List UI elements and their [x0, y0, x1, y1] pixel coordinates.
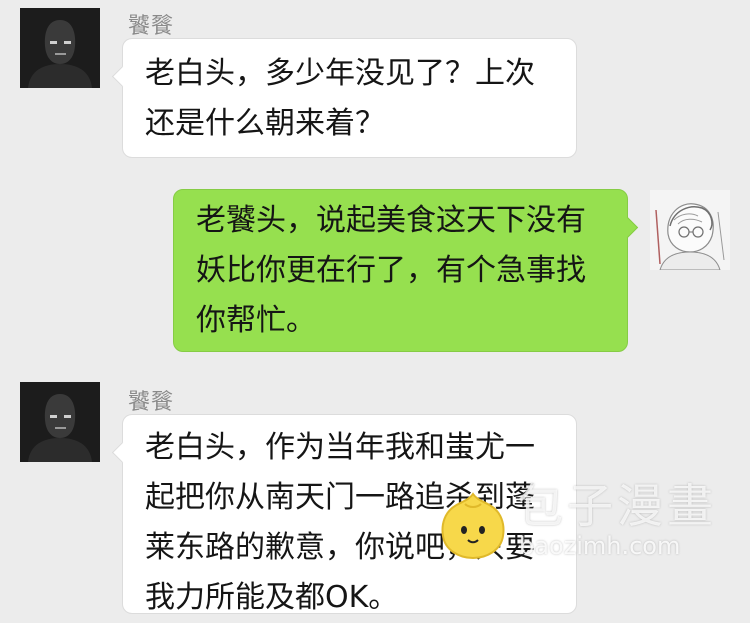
message-text-line: 老白头，作为当年我和蚩尤一 — [145, 430, 535, 465]
own-avatar[interactable] — [650, 190, 730, 270]
message-text-line: 妖比你更在行了，有个急事找 — [196, 253, 586, 288]
watermark-title: 包子漫畫 — [517, 479, 717, 533]
message-text-line: 老白头，多少年没见了？上次 — [145, 56, 535, 91]
dark-figure-avatar-icon — [20, 382, 100, 462]
sender-name: 饕餮 — [128, 390, 175, 415]
bubble-tail — [616, 216, 639, 239]
dark-figure-avatar-icon — [20, 8, 100, 88]
watermark: 包子漫畫 baozimh.com — [437, 470, 737, 586]
sender-avatar[interactable] — [20, 8, 100, 88]
bubble-tail — [111, 65, 134, 88]
message-text-line: 老饕头，说起美食这天下没有 — [196, 203, 586, 238]
message-bubble-outgoing[interactable]: 老饕头，说起美食这天下没有 妖比你更在行了，有个急事找 你帮忙。 — [173, 189, 639, 352]
watermark-url: baozimh.com — [519, 532, 681, 560]
sketched-figure-avatar-icon — [650, 190, 730, 270]
message-bubble-incoming[interactable]: 老白头，多少年没见了？上次 还是什么朝来着？ — [111, 38, 577, 158]
sender-avatar[interactable] — [20, 382, 100, 462]
bun-mascot-icon — [441, 492, 505, 560]
bubble-tail — [111, 441, 134, 464]
sender-name: 饕餮 — [128, 14, 175, 39]
message-text-line: 还是什么朝来着？ — [145, 106, 385, 141]
message-text-line: 你帮忙。 — [196, 303, 316, 338]
